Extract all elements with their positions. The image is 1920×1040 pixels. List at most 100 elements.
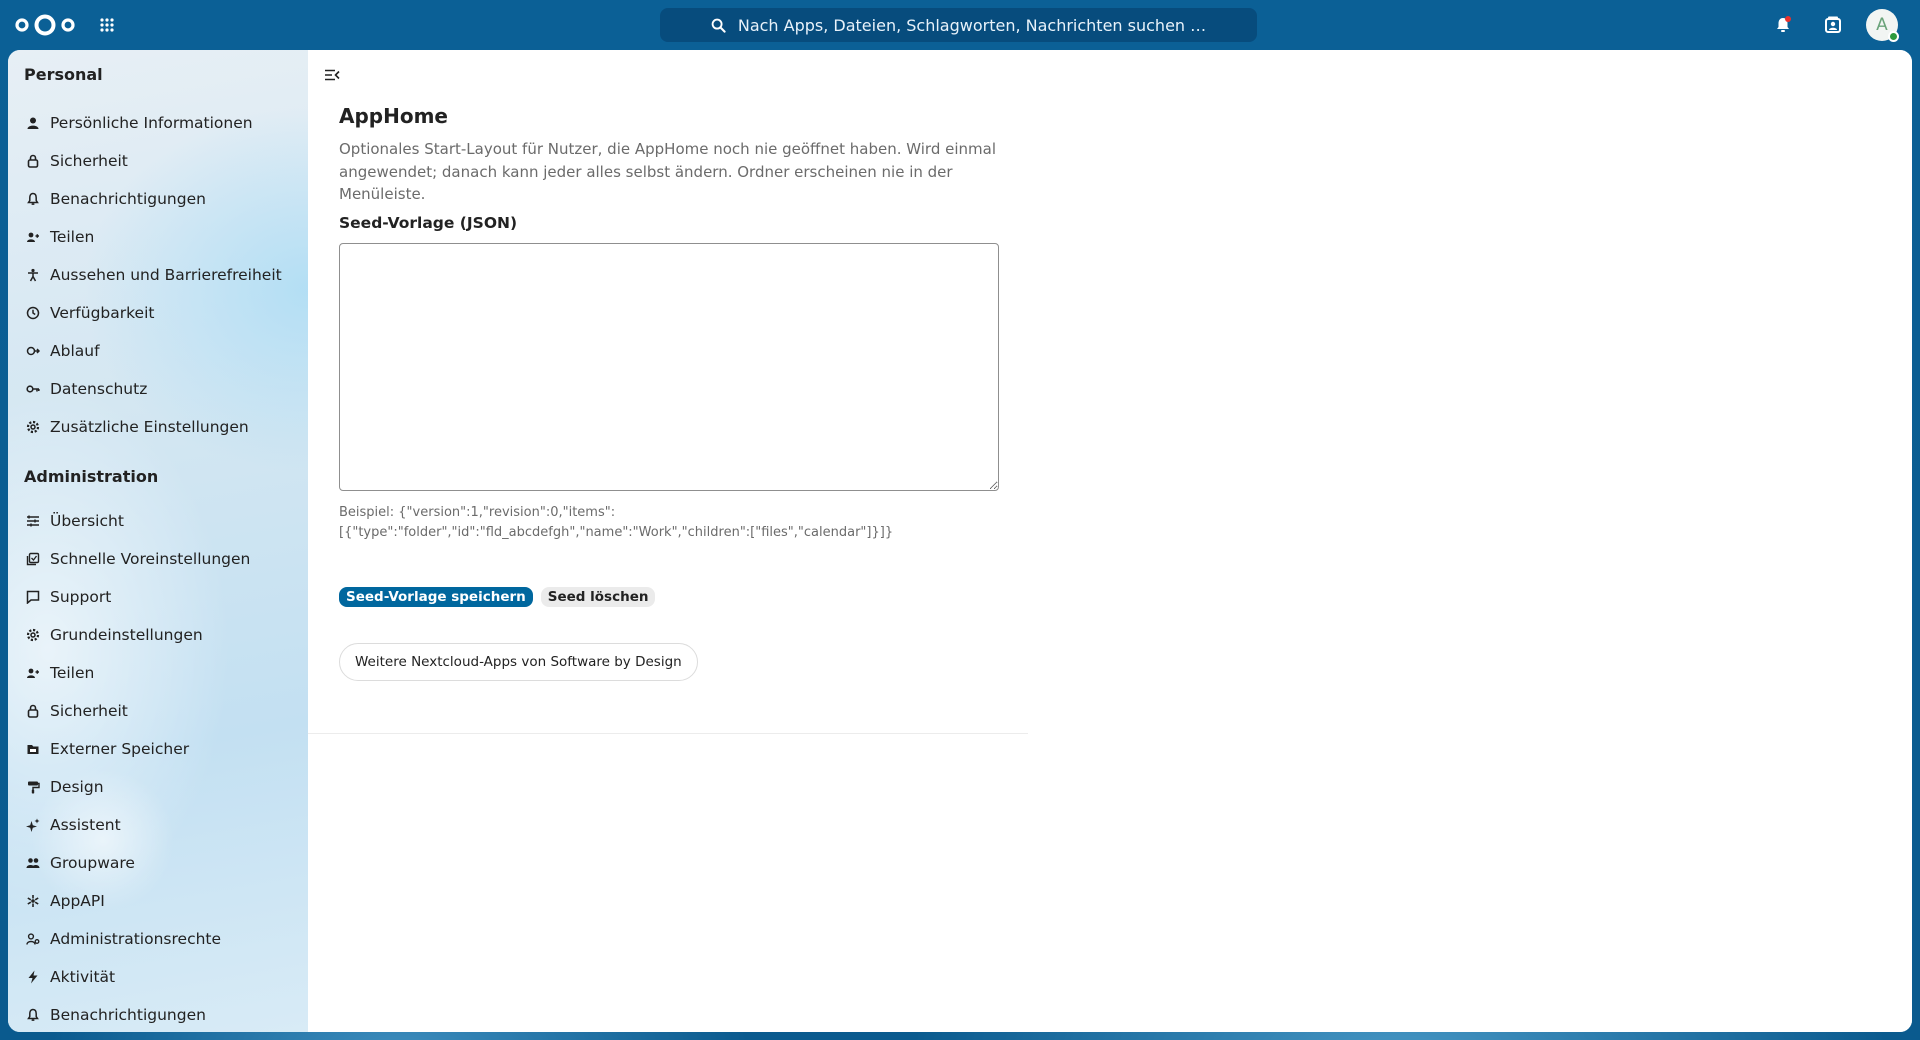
admin-item[interactable]: AppAPI bbox=[8, 882, 308, 920]
accessibility-icon bbox=[28, 268, 38, 282]
bell-icon bbox=[27, 1008, 39, 1021]
personal-heading: Personal bbox=[24, 65, 103, 84]
personal-item-label: Ablauf bbox=[50, 342, 100, 360]
gear-icon bbox=[26, 420, 40, 434]
sparkle-icon bbox=[26, 818, 40, 832]
bolt-icon bbox=[28, 970, 38, 984]
sidebar-toggle-icon[interactable] bbox=[324, 67, 340, 83]
page-title: AppHome bbox=[339, 104, 448, 128]
admin-item-label: Teilen bbox=[50, 664, 95, 682]
personal-item[interactable]: Teilen bbox=[8, 218, 308, 256]
unified-search-input[interactable]: Nach Apps, Dateien, Schlagworten, Nachri… bbox=[660, 8, 1257, 42]
admin-list: Übersicht Schnelle Voreinstellungen Suppor… bbox=[8, 502, 308, 1032]
button-row: Seed-Vorlage speichern Seed löschen bbox=[339, 586, 999, 607]
admin-item[interactable]: Aktivität bbox=[8, 958, 308, 996]
support-icon bbox=[26, 590, 40, 604]
personal-item-label: Persönliche Informationen bbox=[50, 114, 253, 132]
person-icon bbox=[27, 117, 39, 129]
personal-item-label: Benachrichtigungen bbox=[50, 190, 206, 208]
admin-item-label: Schnelle Voreinstellungen bbox=[50, 550, 251, 568]
paint-icon bbox=[28, 781, 40, 794]
key-icon bbox=[26, 385, 40, 393]
admin-item[interactable]: Schnelle Voreinstellungen bbox=[8, 540, 308, 578]
settings-window: Personal Persönliche Informationen Sicher… bbox=[8, 50, 1912, 1032]
section-divider bbox=[308, 733, 1028, 734]
admin-item[interactable]: Grundeinstellungen bbox=[8, 616, 308, 654]
admin-item[interactable]: Assistent bbox=[8, 806, 308, 844]
admin-item-label: Groupware bbox=[50, 854, 135, 872]
personal-item[interactable]: Aussehen und Barrierefreiheit bbox=[8, 256, 308, 294]
admin-item[interactable]: Groupware bbox=[8, 844, 308, 882]
hint-line-1: Beispiel: {"version":1,"revision":0,"ite… bbox=[339, 504, 616, 520]
clear-seed-button[interactable]: Seed löschen bbox=[540, 586, 656, 607]
admin-item-label: Grundeinstellungen bbox=[50, 626, 203, 644]
bell-icon bbox=[27, 192, 39, 205]
personal-item[interactable]: Sicherheit bbox=[8, 142, 308, 180]
contacts-icon[interactable] bbox=[1823, 15, 1843, 35]
admin-item[interactable]: Teilen bbox=[8, 654, 308, 692]
settings-content: AppHome Optionales Start-Layout für Nutz… bbox=[308, 50, 1912, 1032]
admin-item[interactable]: Support bbox=[8, 578, 308, 616]
admin-item-label: Assistent bbox=[50, 816, 121, 834]
personal-item-label: Datenschutz bbox=[50, 380, 148, 398]
nextcloud-logo-icon[interactable] bbox=[14, 13, 76, 37]
more-apps-button[interactable]: Weitere Nextcloud-Apps von Software by D… bbox=[339, 642, 698, 681]
search-icon bbox=[711, 18, 726, 33]
api-icon bbox=[27, 895, 39, 907]
personal-item[interactable]: Zusätzliche Einstellungen bbox=[8, 408, 308, 446]
admin-item[interactable]: Übersicht bbox=[8, 502, 308, 540]
admin-item[interactable]: Administrationsrechte bbox=[8, 920, 308, 958]
top-header: Nach Apps, Dateien, Schlagworten, Nachri… bbox=[0, 0, 1920, 50]
share-icon bbox=[27, 232, 39, 242]
admin-item[interactable]: Design bbox=[8, 768, 308, 806]
personal-item[interactable]: Benachrichtigungen bbox=[8, 180, 308, 218]
seed-json-textarea[interactable] bbox=[339, 242, 999, 491]
admin-item-label: Externer Speicher bbox=[50, 740, 190, 758]
personal-list: Persönliche Informationen Sicherheit Benac… bbox=[8, 104, 308, 446]
app-grid-icon[interactable] bbox=[99, 17, 115, 33]
gear-icon bbox=[26, 628, 40, 642]
seed-label: Seed-Vorlage (JSON) bbox=[339, 213, 518, 232]
admin-item-label: Support bbox=[50, 588, 112, 606]
admin-item-label: Benachrichtigungen bbox=[50, 1006, 206, 1024]
hint-line-2: [{"type":"folder","id":"fld_abcdefgh","n… bbox=[339, 524, 894, 540]
admin-item[interactable]: Benachrichtigungen bbox=[8, 996, 308, 1032]
share-icon bbox=[27, 668, 39, 678]
admin-item[interactable]: Externer Speicher bbox=[8, 730, 308, 768]
admin-item-label: Aktivität bbox=[50, 968, 116, 986]
personal-item[interactable]: Persönliche Informationen bbox=[8, 104, 308, 142]
admin-item-label: Sicherheit bbox=[50, 702, 128, 720]
lock-icon bbox=[27, 704, 39, 718]
personal-item-label: Sicherheit bbox=[50, 152, 128, 170]
seed-example-hint: Beispiel: {"version":1,"revision":0,"ite… bbox=[339, 503, 999, 543]
personal-item-label: Zusätzliche Einstellungen bbox=[50, 418, 249, 436]
settings-sidebar: Personal Persönliche Informationen Sicher… bbox=[8, 50, 308, 1032]
admin-rights-icon bbox=[26, 933, 40, 945]
online-status-badge bbox=[1888, 31, 1899, 42]
notifications-bell-icon[interactable] bbox=[1773, 15, 1793, 35]
search-placeholder: Nach Apps, Dateien, Schlagworten, Nachri… bbox=[737, 15, 1207, 35]
personal-item-label: Teilen bbox=[50, 228, 95, 246]
personal-item[interactable]: Datenschutz bbox=[8, 370, 308, 408]
presets-icon bbox=[26, 552, 40, 566]
admin-item-label: Administrationsrechte bbox=[50, 930, 222, 948]
personal-item-label: Aussehen und Barrierefreiheit bbox=[50, 266, 282, 284]
lock-icon bbox=[27, 154, 39, 168]
personal-item-label: Verfügbarkeit bbox=[50, 304, 155, 322]
user-avatar[interactable]: A bbox=[1866, 9, 1899, 42]
storage-icon bbox=[27, 745, 39, 754]
list-icon bbox=[27, 515, 39, 527]
flow-icon bbox=[26, 346, 40, 356]
personal-item[interactable]: Verfügbarkeit bbox=[8, 294, 308, 332]
personal-item[interactable]: Ablauf bbox=[8, 332, 308, 370]
admin-item-label: Übersicht bbox=[50, 512, 124, 530]
apphome-section: AppHome Optionales Start-Layout für Nutz… bbox=[339, 104, 999, 681]
clock-icon bbox=[26, 306, 40, 320]
section-description: Optionales Start-Layout für Nutzer, die … bbox=[339, 140, 996, 203]
save-seed-button[interactable]: Seed-Vorlage speichern bbox=[339, 586, 533, 607]
group-icon bbox=[26, 858, 40, 868]
admin-item-label: AppAPI bbox=[50, 892, 105, 910]
admin-heading: Administration bbox=[24, 467, 159, 486]
admin-item[interactable]: Sicherheit bbox=[8, 692, 308, 730]
admin-item-label: Design bbox=[50, 778, 104, 796]
